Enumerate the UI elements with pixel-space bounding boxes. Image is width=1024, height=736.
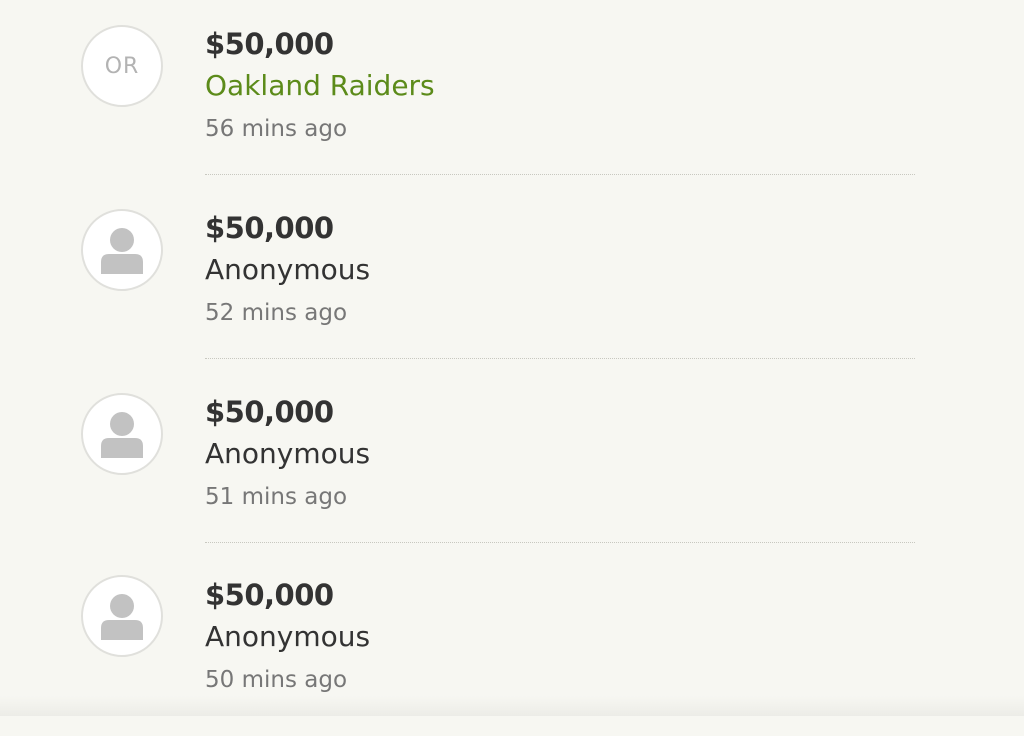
avatar xyxy=(81,575,163,657)
avatar xyxy=(81,393,163,475)
divider xyxy=(205,542,915,543)
donation-item: $50,000 Anonymous 51 mins ago xyxy=(0,368,1024,552)
donation-amount: $50,000 xyxy=(205,211,334,245)
divider xyxy=(205,174,915,175)
donation-amount: $50,000 xyxy=(205,578,334,612)
avatar xyxy=(81,209,163,291)
donation-amount: $50,000 xyxy=(205,27,334,61)
donation-item: $50,000 Anonymous 52 mins ago xyxy=(0,184,1024,368)
donation-time: 50 mins ago xyxy=(205,667,348,693)
person-icon xyxy=(101,594,143,640)
donation-time: 52 mins ago xyxy=(205,300,348,326)
donor-name: Anonymous xyxy=(205,437,371,470)
donor-name-link[interactable]: Oakland Raiders xyxy=(205,69,435,103)
avatar: OR xyxy=(81,25,163,107)
donation-item: OR $50,000 Oakland Raiders 56 mins ago xyxy=(0,0,1024,184)
donation-amount: $50,000 xyxy=(205,395,334,429)
person-icon xyxy=(101,412,143,458)
donation-time: 56 mins ago xyxy=(205,116,348,142)
person-icon xyxy=(101,228,143,274)
donor-name: Anonymous xyxy=(205,253,371,286)
avatar-initials: OR xyxy=(104,53,140,79)
divider xyxy=(205,358,915,359)
donations-list: OR $50,000 Oakland Raiders 56 mins ago $… xyxy=(0,0,1024,716)
donation-item: $50,000 Anonymous 50 mins ago xyxy=(0,552,1024,736)
donor-name: Anonymous xyxy=(205,620,371,653)
donation-time: 51 mins ago xyxy=(205,484,348,510)
